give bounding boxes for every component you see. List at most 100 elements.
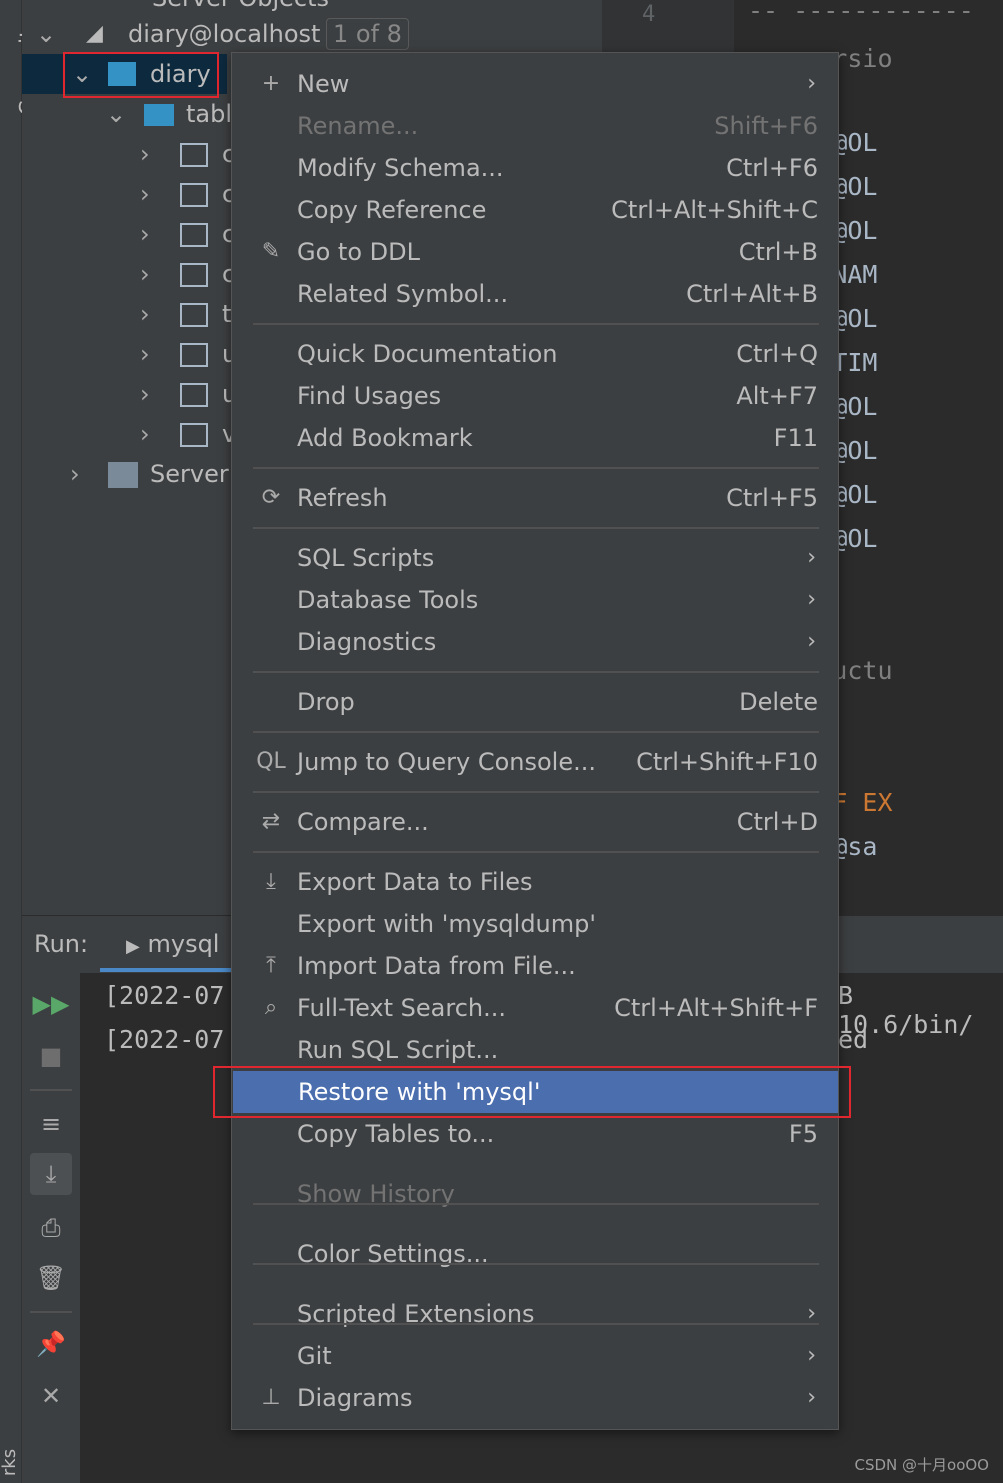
menu-item-label: New xyxy=(297,70,350,98)
bookmarks-tab[interactable]: rks xyxy=(0,1449,20,1476)
submenu-arrow-icon: › xyxy=(807,71,816,96)
menu-item-color-settings[interactable]: Color Settings... xyxy=(232,1233,838,1275)
tables-folder-label: tabl xyxy=(186,100,233,128)
menu-item-go-to-ddl[interactable]: ✎ Go to DDL Ctrl+B xyxy=(232,231,838,273)
chevron-right-icon: › xyxy=(140,220,150,248)
menu-item-show-history[interactable]: Show History xyxy=(232,1173,838,1215)
menu-item-label: Database Tools xyxy=(297,586,479,614)
menu-item-add-bookmark[interactable]: Add Bookmark F11 xyxy=(232,417,838,459)
menu-item-diagrams[interactable]: ⊥ Diagrams › xyxy=(232,1377,838,1419)
console-line-2: [2022-07 xyxy=(104,1025,225,1054)
menu-item-shortcut: Shift+F6 xyxy=(714,112,818,140)
menu-item-new[interactable]: + New › xyxy=(232,63,838,105)
menu-item-database-tools[interactable]: Database Tools › xyxy=(232,579,838,621)
menu-icon: + xyxy=(261,71,281,96)
menu-item-export-data-to-files[interactable]: ⤓ Export Data to Files xyxy=(232,861,838,903)
menu-separator xyxy=(253,791,819,793)
menu-icon: QL xyxy=(256,749,286,774)
soft-wrap-icon[interactable]: ≡ xyxy=(30,1103,72,1145)
chevron-down-icon: ⌄ xyxy=(106,100,127,128)
highlight-schema-box xyxy=(63,52,219,98)
menu-item-shortcut: Delete xyxy=(739,688,818,716)
menu-item-related-symbol[interactable]: Related Symbol... Ctrl+Alt+B xyxy=(232,273,838,315)
play-icon: ▶ xyxy=(126,936,140,957)
menu-item-quick-documentation[interactable]: Quick Documentation Ctrl+Q xyxy=(232,333,838,375)
chevron-right-icon: › xyxy=(70,460,80,488)
menu-item-jump-to-query-console[interactable]: QL Jump to Query Console... Ctrl+Shift+F10 xyxy=(232,741,838,783)
context-menu: + New › Rename... Shift+F6 Modify Schema... Ct… xyxy=(231,52,839,1430)
menu-item-label: Export with 'mysqldump' xyxy=(297,910,596,938)
submenu-arrow-icon: › xyxy=(807,1385,816,1410)
menu-item-label: Add Bookmark xyxy=(297,424,473,452)
stop-icon[interactable]: ■ xyxy=(30,1035,72,1077)
close-icon[interactable]: ✕ xyxy=(30,1375,72,1417)
table-icon xyxy=(180,183,208,207)
connection-badge: 1 of 8 xyxy=(326,18,409,50)
chevron-right-icon: › xyxy=(140,300,150,328)
menu-item-full-text-search[interactable]: ⌕ Full-Text Search... Ctrl+Alt+Shift+F xyxy=(232,987,838,1029)
menu-item-label: Modify Schema... xyxy=(297,154,504,182)
menu-item-find-usages[interactable]: Find Usages Alt+F7 xyxy=(232,375,838,417)
table-icon xyxy=(180,303,208,327)
menu-item-shortcut: Ctrl+B xyxy=(738,238,818,266)
rerun-icon[interactable]: ▶▶ xyxy=(30,983,72,1025)
run-tab[interactable]: ▶ mysql xyxy=(126,930,219,958)
menu-item-label: Drop xyxy=(297,688,355,716)
submenu-arrow-icon: › xyxy=(807,629,816,654)
chevron-right-icon: › xyxy=(140,260,150,288)
menu-item-rename[interactable]: Rename... Shift+F6 xyxy=(232,105,838,147)
menu-item-copy-tables-to[interactable]: Copy Tables to... F5 xyxy=(232,1113,838,1155)
menu-separator xyxy=(253,467,819,469)
menu-icon: ⊥ xyxy=(261,1385,281,1410)
toolbar-separator xyxy=(30,1311,72,1313)
menu-item-compare[interactable]: ⇄ Compare... Ctrl+D xyxy=(232,801,838,843)
print-icon[interactable]: ⎙ xyxy=(30,1207,72,1249)
menu-item-git[interactable]: Git › xyxy=(232,1335,838,1377)
menu-separator xyxy=(253,1323,819,1325)
run-toolbar: ▶▶ ■ ≡ ⤓ ⎙ 🗑 📌 ✕ xyxy=(22,973,80,1483)
menu-item-refresh[interactable]: ⟳ Refresh Ctrl+F5 xyxy=(232,477,838,519)
menu-item-label: Refresh xyxy=(297,484,388,512)
menu-item-export-with-mysqldump[interactable]: Export with 'mysqldump' xyxy=(232,903,838,945)
menu-icon: ✎ xyxy=(261,239,281,264)
menu-item-shortcut: F11 xyxy=(773,424,818,452)
folder-icon xyxy=(144,104,174,126)
trash-icon[interactable]: 🗑 xyxy=(30,1257,72,1299)
menu-item-import-data-from-file[interactable]: ⤒ Import Data from File... xyxy=(232,945,838,987)
toolbar-separator xyxy=(30,1089,72,1091)
menu-item-label: Show History xyxy=(297,1180,455,1208)
menu-item-label: Diagnostics xyxy=(297,628,437,656)
menu-item-shortcut: Ctrl+F6 xyxy=(726,154,818,182)
menu-item-label: Related Symbol... xyxy=(297,280,509,308)
table-icon xyxy=(180,423,208,447)
connection-label: diary@localhost xyxy=(128,20,321,48)
run-tab-underline xyxy=(100,968,240,972)
menu-separator xyxy=(253,731,819,733)
menu-item-shortcut: Alt+F7 xyxy=(736,382,818,410)
pin-icon[interactable]: 📌 xyxy=(30,1323,72,1365)
left-tool-stripe: Commit rks xyxy=(0,0,42,1483)
submenu-arrow-icon: › xyxy=(807,545,816,570)
menu-item-shortcut: Ctrl+Alt+Shift+F xyxy=(614,994,818,1022)
menu-item-run-sql-script[interactable]: Run SQL Script... xyxy=(232,1029,838,1071)
table-icon xyxy=(180,223,208,247)
scroll-to-end-icon[interactable]: ⤓ xyxy=(30,1153,72,1195)
menu-item-shortcut: Ctrl+Shift+F10 xyxy=(636,748,818,776)
menu-item-shortcut: Ctrl+F5 xyxy=(726,484,818,512)
menu-item-label: Find Usages xyxy=(297,382,442,410)
line-number: 4 xyxy=(642,2,656,27)
menu-item-shortcut: Ctrl+Q xyxy=(736,340,818,368)
menu-item-drop[interactable]: Drop Delete xyxy=(232,681,838,723)
menu-item-label: Full-Text Search... xyxy=(297,994,507,1022)
menu-item-modify-schema[interactable]: Modify Schema... Ctrl+F6 xyxy=(232,147,838,189)
menu-item-shortcut: Ctrl+Alt+Shift+C xyxy=(611,196,818,224)
menu-item-sql-scripts[interactable]: SQL Scripts › xyxy=(232,537,838,579)
menu-icon: ⇄ xyxy=(261,809,281,834)
menu-item-scripted-extensions[interactable]: Scripted Extensions › xyxy=(232,1293,838,1335)
menu-item-copy-reference[interactable]: Copy Reference Ctrl+Alt+Shift+C xyxy=(232,189,838,231)
menu-separator xyxy=(253,1263,819,1265)
menu-item-diagnostics[interactable]: Diagnostics › xyxy=(232,621,838,663)
submenu-arrow-icon: › xyxy=(807,1301,816,1326)
console-line-1: [2022-07 xyxy=(104,981,225,1010)
console-line-2-right: ed xyxy=(838,1025,869,1054)
